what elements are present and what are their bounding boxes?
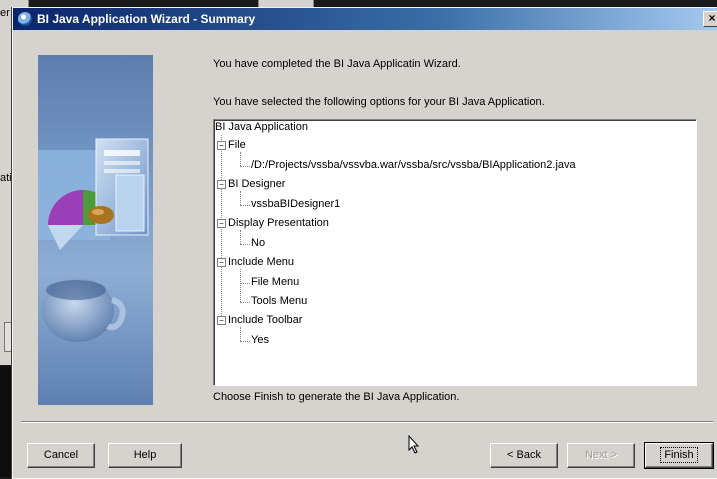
back-button[interactable]: < Back bbox=[490, 443, 558, 468]
next-button-label: Next > bbox=[584, 449, 618, 461]
button-separator bbox=[21, 421, 713, 423]
tree-leaf-designer[interactable]: vssbaBIDesigner1 bbox=[251, 198, 340, 210]
wizard-illustration bbox=[38, 55, 153, 405]
selected-options-message: You have selected the following options … bbox=[213, 96, 545, 108]
illustration-art bbox=[38, 138, 149, 342]
tree-connector bbox=[240, 152, 241, 166]
cancel-button[interactable]: Cancel bbox=[27, 443, 95, 468]
tree-connector bbox=[240, 230, 241, 244]
mouse-pointer-icon bbox=[408, 435, 420, 454]
wizard-dialog: BI Java Application Wizard - Summary × Y… bbox=[12, 7, 717, 479]
background-text: er bbox=[0, 7, 10, 19]
tree-root: BI Java Application bbox=[215, 121, 308, 133]
collapse-toggle-icon[interactable]: − bbox=[217, 219, 226, 228]
tree-leaf-file-menu[interactable]: File Menu bbox=[251, 276, 299, 288]
tree-connector bbox=[240, 302, 250, 303]
collapse-toggle-icon[interactable]: − bbox=[217, 316, 226, 325]
tree-node-display[interactable]: Display Presentation bbox=[228, 217, 329, 229]
help-button[interactable]: Help bbox=[108, 443, 182, 468]
tree-connector bbox=[240, 205, 250, 206]
tree-connector bbox=[240, 191, 241, 205]
tree-node-menu[interactable]: Include Menu bbox=[228, 256, 294, 268]
back-button-label: < Back bbox=[507, 449, 541, 461]
finish-instruction: Choose Finish to generate the BI Java Ap… bbox=[213, 391, 460, 403]
help-button-label: Help bbox=[133, 449, 157, 461]
tree-connector bbox=[240, 283, 250, 284]
tree-leaf-display[interactable]: No bbox=[251, 237, 265, 249]
close-button[interactable]: × bbox=[703, 11, 717, 27]
next-button[interactable]: Next > bbox=[567, 443, 635, 468]
tree-node-designer[interactable]: BI Designer bbox=[228, 178, 285, 190]
tree-connector bbox=[240, 327, 241, 341]
dialog-title: BI Java Application Wizard - Summary bbox=[37, 12, 256, 26]
finish-button[interactable]: Finish bbox=[644, 442, 714, 469]
tree-node-toolbar[interactable]: Include Toolbar bbox=[228, 314, 302, 326]
tree-connector bbox=[240, 166, 250, 167]
tree-node-file[interactable]: File bbox=[228, 139, 246, 151]
tree-connector bbox=[240, 244, 250, 245]
collapse-toggle-icon[interactable]: − bbox=[217, 141, 226, 150]
java-cup-icon bbox=[18, 12, 32, 26]
background-text: ati bbox=[0, 172, 12, 184]
completed-message: You have completed the BI Java Applicati… bbox=[213, 58, 461, 70]
collapse-toggle-icon[interactable]: − bbox=[217, 180, 226, 189]
finish-button-label: Finish bbox=[660, 447, 698, 463]
tree-connector bbox=[240, 341, 250, 342]
tree-connector bbox=[240, 269, 241, 302]
summary-tree[interactable]: BI Java Application − File /D:/Projects/… bbox=[213, 119, 697, 386]
collapse-toggle-icon[interactable]: − bbox=[217, 258, 226, 267]
tree-leaf-tools-menu[interactable]: Tools Menu bbox=[251, 295, 307, 307]
tree-leaf-toolbar[interactable]: Yes bbox=[251, 334, 269, 346]
tree-leaf-file-path[interactable]: /D:/Projects/vssba/vssvba.war/vssba/src/… bbox=[251, 159, 576, 171]
title-bar[interactable]: BI Java Application Wizard - Summary × bbox=[13, 8, 717, 30]
cancel-button-label: Cancel bbox=[43, 449, 79, 461]
